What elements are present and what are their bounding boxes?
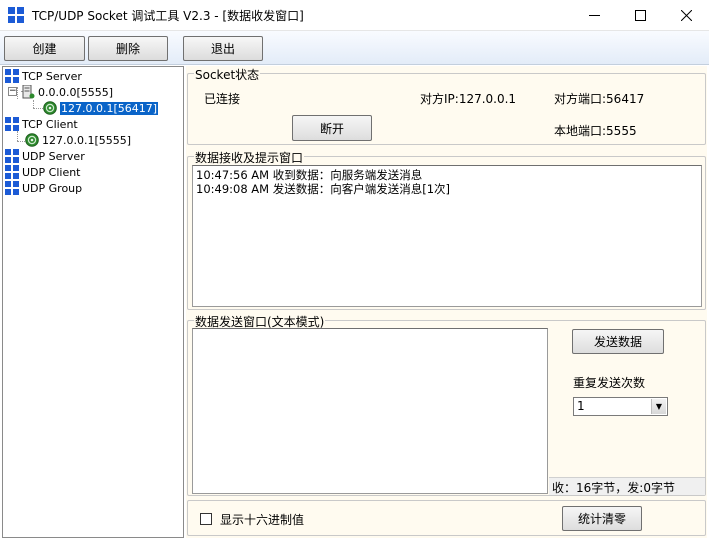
tree-label: 0.0.0.0[5555] [38, 85, 114, 99]
tree-item-udp-group[interactable]: UDP Group [5, 180, 82, 196]
minimize-button[interactable] [571, 0, 617, 31]
tree-label: UDP Client [22, 165, 81, 179]
bottom-bar: 显示十六进制值 统计清零 [187, 500, 706, 536]
hex-checkbox[interactable] [200, 513, 212, 525]
connected-icon [43, 101, 57, 115]
collapse-toggle[interactable]: − [8, 87, 17, 96]
tree-item-server-node[interactable]: 0.0.0.0[5555] [21, 84, 113, 100]
socket-status-group: Socket状态 已连接 对方IP:127.0.0.1 对方端口:56417 断… [187, 66, 706, 145]
main-panel: Socket状态 已连接 对方IP:127.0.0.1 对方端口:56417 断… [186, 66, 707, 538]
window-title: TCP/UDP Socket 调试工具 V2.3 - [数据收发窗口] [32, 9, 304, 23]
tree-label: TCP Server [22, 69, 82, 83]
tree-item-udp-client[interactable]: UDP Client [5, 164, 81, 180]
log-line: 10:47:56 AM 收到数据：向服务端发送消息 [196, 168, 423, 182]
socket-status-title: Socket状态 [194, 66, 261, 83]
delete-button[interactable]: 删除 [88, 36, 168, 61]
tree-label: 127.0.0.1[56417] [60, 101, 159, 115]
send-data-button[interactable]: 发送数据 [572, 329, 664, 354]
tree-item-tcp-server[interactable]: TCP Server [5, 68, 82, 84]
repeat-count-label: 重复发送次数 [573, 376, 646, 390]
repeat-count-value: 1 [577, 399, 585, 413]
close-button[interactable] [663, 0, 709, 31]
tree-item-client-node[interactable]: 127.0.0.1[5555] [25, 132, 131, 148]
tcp-client-icon [5, 117, 19, 131]
server-icon [22, 85, 35, 99]
udp-client-icon [5, 165, 19, 179]
receive-log[interactable]: 10:47:56 AM 收到数据：向服务端发送消息 10:49:08 AM 发送… [192, 165, 702, 307]
toolbar: 创建 删除 退出 [0, 31, 709, 65]
disconnect-button[interactable]: 断开 [292, 115, 372, 141]
udp-server-icon [5, 149, 19, 163]
peer-port: 对方端口:56417 [554, 92, 645, 106]
tree-label: TCP Client [22, 117, 78, 131]
receive-title: 数据接收及提示窗口 [194, 149, 305, 166]
tcp-server-icon [5, 69, 19, 83]
close-icon [680, 10, 692, 21]
clear-stats-button[interactable]: 统计清零 [562, 506, 642, 531]
create-button[interactable]: 创建 [4, 36, 85, 61]
receive-group: 数据接收及提示窗口 10:47:56 AM 收到数据：向服务端发送消息 10:4… [187, 149, 706, 310]
send-textarea[interactable] [192, 328, 548, 494]
udp-group-icon [5, 181, 19, 195]
connection-state: 已连接 [204, 92, 241, 106]
maximize-icon [634, 10, 646, 21]
app-icon [8, 7, 24, 23]
local-port: 本地端口:5555 [554, 124, 637, 138]
send-group: 数据发送窗口(文本模式) 发送数据 重复发送次数 1 ▼ 收：16字节，发:0字… [187, 313, 706, 496]
tree-item-tcp-client[interactable]: TCP Client [5, 116, 78, 132]
tree-label: UDP Server [22, 149, 85, 163]
tree-label: UDP Group [22, 181, 83, 195]
tree-label: 127.0.0.1[5555] [42, 133, 132, 147]
peer-ip: 对方IP:127.0.0.1 [420, 92, 517, 106]
tree-item-server-connection[interactable]: 127.0.0.1[56417] [43, 100, 159, 116]
log-line: 10:49:08 AM 发送数据：向客户端发送消息[1次] [196, 182, 451, 196]
dropdown-arrow-icon[interactable]: ▼ [651, 399, 666, 414]
minimize-icon [588, 15, 600, 16]
connected-icon [25, 133, 39, 147]
tree-item-udp-server[interactable]: UDP Server [5, 148, 85, 164]
repeat-count-select[interactable]: 1 ▼ [573, 397, 668, 416]
title-bar: TCP/UDP Socket 调试工具 V2.3 - [数据收发窗口] [0, 0, 709, 31]
socket-tree[interactable]: TCP Server − 0.0.0.0[5555] 127.0.0.1[564… [2, 66, 184, 538]
exit-button[interactable]: 退出 [183, 36, 263, 61]
byte-stats: 收：16字节，发:0字节 [549, 477, 705, 495]
maximize-button[interactable] [617, 0, 663, 31]
hex-label: 显示十六进制值 [220, 513, 305, 527]
